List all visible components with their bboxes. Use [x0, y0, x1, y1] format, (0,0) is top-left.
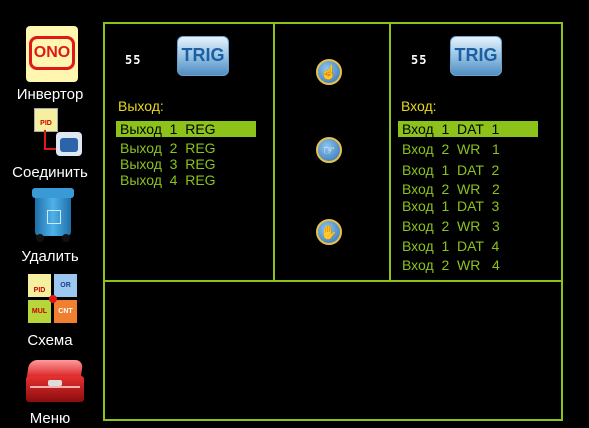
- trash-bin-icon: [28, 186, 78, 242]
- toolbar-item-connect[interactable]: PID Соединить: [0, 108, 100, 181]
- hand-point-right-icon[interactable]: ☞: [316, 137, 342, 163]
- toolbar-label: Удалить: [21, 248, 79, 265]
- output-row[interactable]: Выход 2 REG: [116, 140, 256, 156]
- output-row[interactable]: Выход 3 REG: [116, 156, 256, 172]
- divider: [273, 22, 275, 282]
- output-header: Выход:: [118, 98, 164, 114]
- trig-badge: TRIG: [177, 36, 229, 76]
- hand-open-icon[interactable]: ✋: [316, 219, 342, 245]
- input-row[interactable]: Вход 1 DAT 1: [398, 121, 538, 137]
- input-row[interactable]: Вход 1 DAT 2: [398, 162, 538, 178]
- input-header: Вход:: [401, 98, 437, 114]
- divider: [389, 22, 391, 282]
- scheme-tile-mul: MUL: [28, 300, 51, 323]
- input-row[interactable]: Вход 2 WR 1: [398, 141, 538, 157]
- connect-pid-icon: PID: [34, 108, 86, 160]
- toolbar-label: Соединить: [12, 164, 88, 181]
- toolbar-item-scheme[interactable]: PID OR MUL CNT Схема: [0, 274, 100, 350]
- input-row[interactable]: Вход 2 WR 4: [398, 257, 538, 273]
- output-row[interactable]: Выход 1 REG: [116, 121, 256, 137]
- toolbar-label: Схема: [27, 332, 73, 349]
- workspace-area[interactable]: [105, 282, 561, 419]
- block-id: 55: [125, 53, 142, 67]
- input-row[interactable]: Вход 1 DAT 3: [398, 198, 538, 214]
- inverter-ono-icon: ONO: [26, 26, 78, 82]
- input-row[interactable]: Вход 2 WR 3: [398, 218, 538, 234]
- toolbar-label: Инвертор: [16, 86, 84, 103]
- scheme-tile-pid: PID: [28, 274, 51, 297]
- connect-tile-label: PID: [34, 108, 58, 132]
- scheme-tile-or: OR: [54, 274, 77, 297]
- trig-badge: TRIG: [450, 36, 502, 76]
- inverter-text: ONO: [29, 36, 75, 70]
- toolbar-label: Меню: [29, 410, 71, 427]
- scheme-blocks-icon: PID OR MUL CNT: [28, 274, 78, 324]
- input-row[interactable]: Вход 1 DAT 4: [398, 238, 538, 254]
- toolbar-item-inverter[interactable]: ONO Инвертор: [0, 26, 100, 106]
- scheme-tile-cnt: CNT: [54, 300, 77, 323]
- toolbar-item-menu[interactable]: Меню: [0, 354, 100, 428]
- toolbar-item-delete[interactable]: Удалить: [0, 186, 100, 266]
- input-row[interactable]: Вход 2 WR 2: [398, 181, 538, 197]
- hand-point-up-icon[interactable]: ☝: [316, 59, 342, 85]
- menu-toolbox-icon: [24, 356, 86, 408]
- output-row[interactable]: Выход 4 REG: [116, 172, 256, 188]
- block-id: 55: [411, 53, 428, 67]
